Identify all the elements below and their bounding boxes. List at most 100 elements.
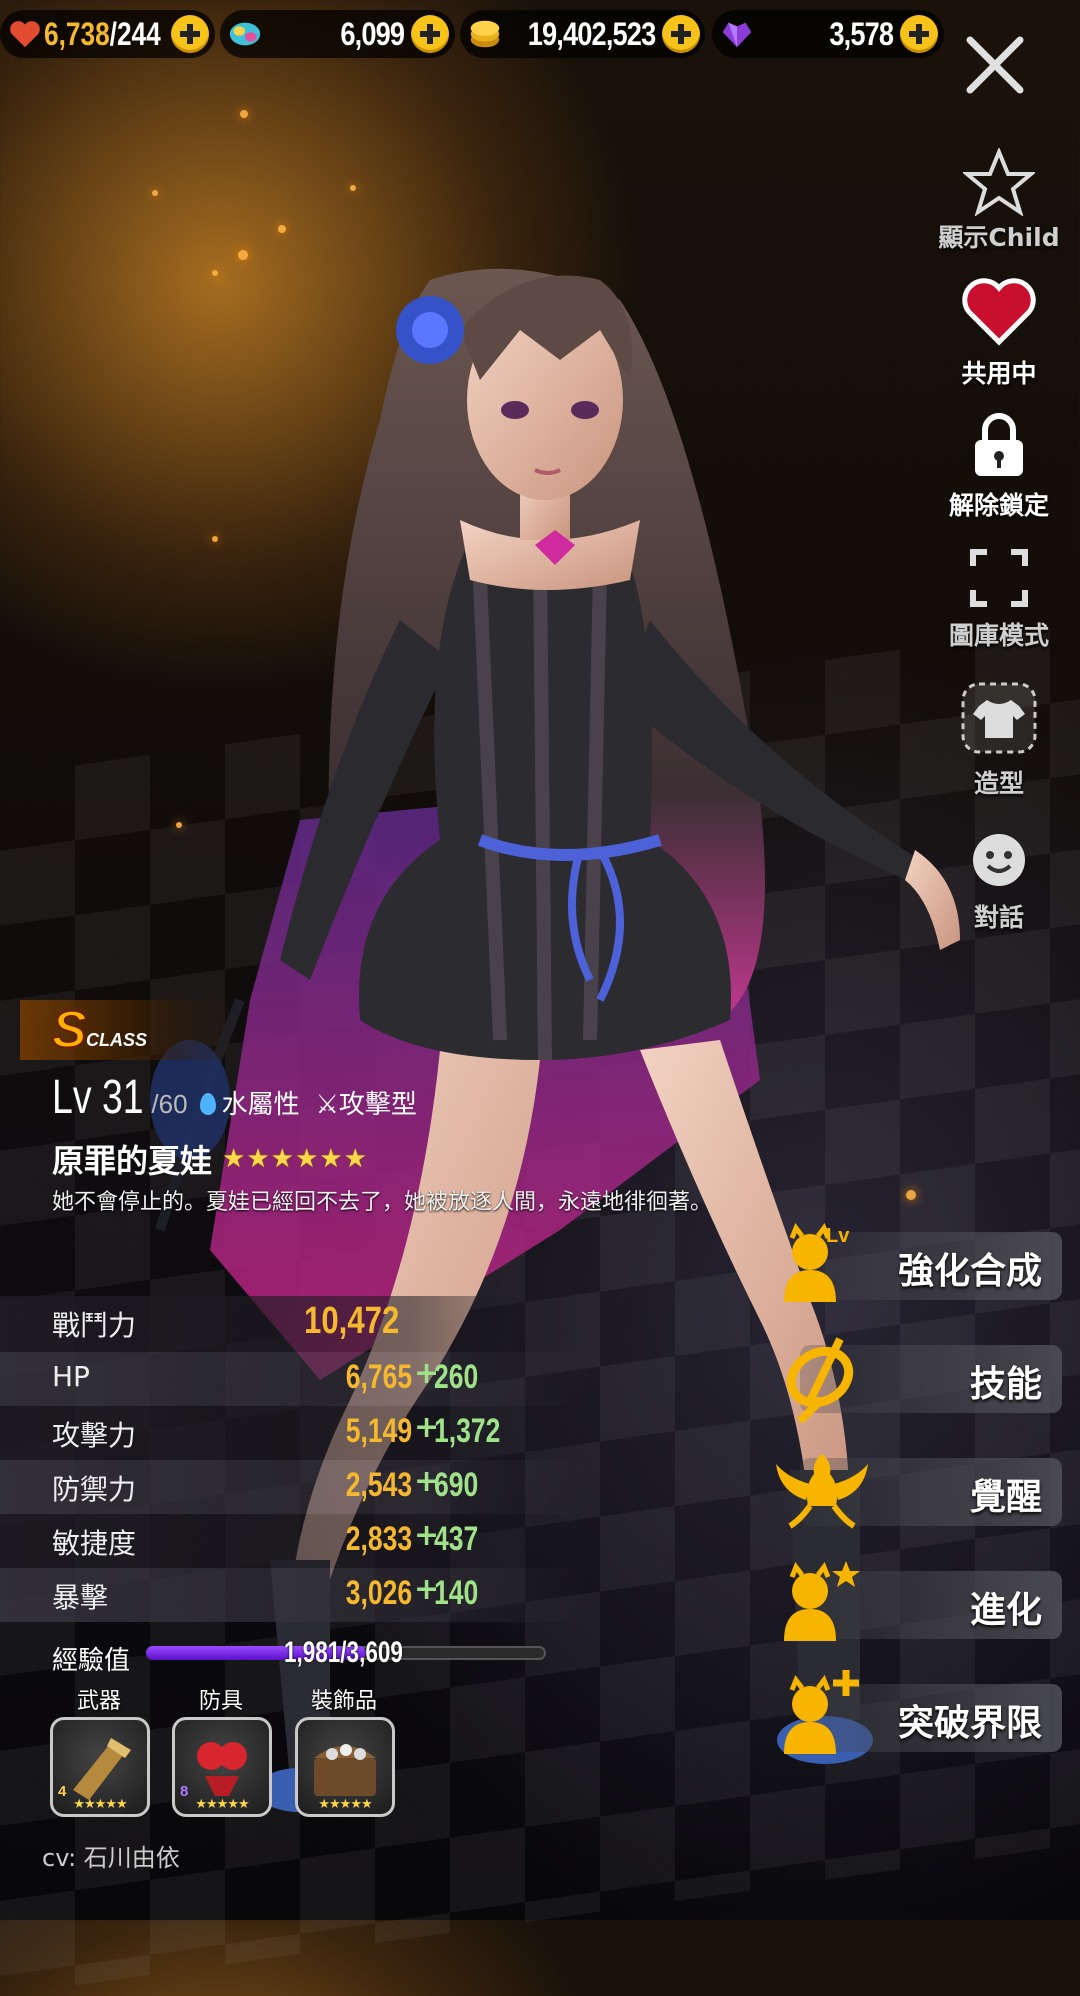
stat-base: 3,026 bbox=[345, 1574, 412, 1612]
limit-break-button[interactable]: 突破界限 bbox=[784, 1670, 1062, 1754]
action-label: 進化 bbox=[969, 1590, 1042, 1631]
equip-stars: ★★★★★ bbox=[73, 1797, 127, 1812]
dialogue-label: 對話 bbox=[973, 903, 1024, 932]
stat-base: 5,149 bbox=[345, 1412, 412, 1450]
equip-label: 防具 bbox=[198, 1689, 243, 1714]
stat-row-attack: 攻擊力 5,149 + 1,372 bbox=[0, 1406, 590, 1460]
gold-coin-icon bbox=[470, 20, 500, 48]
purple-gem-counter[interactable]: 3,578 bbox=[712, 10, 944, 58]
equip-accessory[interactable]: 裝飾品 ★★★★★ bbox=[295, 1683, 395, 1817]
equip-label: 裝飾品 bbox=[310, 1689, 377, 1714]
voice-actor-credit: cv: 石川由依 bbox=[42, 1844, 180, 1872]
attribute-label: 水屬性 bbox=[221, 1090, 300, 1120]
stat-name: 防禦力 bbox=[52, 1473, 137, 1506]
exp-label: 經驗值 bbox=[52, 1646, 131, 1676]
stat-bonus: 260 bbox=[434, 1358, 479, 1396]
gem-counter[interactable]: 6,099 bbox=[220, 10, 455, 58]
stat-name: HP bbox=[52, 1360, 90, 1393]
shirt-icon bbox=[961, 682, 1037, 754]
shared-label: 共用中 bbox=[961, 359, 1037, 388]
accessory-slot[interactable]: ★★★★★ bbox=[295, 1717, 395, 1817]
show-child-label: 顯示Child bbox=[938, 223, 1060, 252]
evolve-button[interactable]: 進化 bbox=[784, 1561, 1062, 1641]
lv-tag: Lv bbox=[826, 1225, 850, 1247]
character-name: 原罪的夏娃 bbox=[52, 1142, 213, 1180]
fullscreen-icon bbox=[970, 549, 1028, 607]
stamina-value: 6,738 bbox=[44, 15, 110, 52]
rarity-star-icon: ★ bbox=[222, 1144, 246, 1174]
stat-row-defense: 防禦力 2,543 + 690 bbox=[0, 1460, 590, 1514]
power-value: 10,472 bbox=[304, 1300, 400, 1342]
enhance-fusion-button[interactable]: Lv 強化合成 bbox=[784, 1222, 1062, 1302]
limit-break-icon bbox=[784, 1670, 859, 1754]
rainbow-gem-icon bbox=[229, 22, 261, 46]
rarity-star-icon: ★ bbox=[343, 1144, 367, 1174]
add-stamina-button[interactable] bbox=[171, 15, 209, 53]
character-description: 她不會停止的。夏娃已經回不去了，她被放逐人間，永遠地徘徊著。 bbox=[52, 1190, 713, 1215]
rarity-star-icon: ★ bbox=[270, 1144, 294, 1174]
stat-name: 戰鬥力 bbox=[52, 1309, 137, 1342]
name-row: 原罪的夏娃 ★★★★★★ bbox=[52, 1136, 368, 1182]
show-child-button[interactable]: 顯示Child bbox=[929, 146, 1069, 254]
stat-row-power: 戰鬥力 10,472 bbox=[0, 1296, 590, 1352]
armor-slot[interactable]: 8 ★★★★★ bbox=[172, 1717, 272, 1817]
rarity-star-icon: ★ bbox=[246, 1144, 270, 1174]
class-letter: S bbox=[51, 1000, 88, 1060]
stamina-separator: / bbox=[109, 15, 117, 52]
add-gold-button[interactable] bbox=[662, 15, 701, 53]
gold-value: 19,402,523 bbox=[527, 15, 656, 52]
add-gem-button[interactable] bbox=[411, 15, 449, 53]
lock-icon bbox=[975, 413, 1023, 476]
stamina-counter[interactable]: 6,738/244 bbox=[0, 10, 215, 58]
awaken-icon bbox=[776, 1454, 868, 1529]
gem-value: 6,099 bbox=[340, 15, 405, 52]
type-label: ⚔攻擊型 bbox=[315, 1090, 417, 1120]
equip-stars: ★★★★★ bbox=[195, 1797, 249, 1812]
stat-row-agility: 敏捷度 2,833 + 437 bbox=[0, 1514, 590, 1568]
stat-row-hp: HP 6,765 + 260 bbox=[0, 1352, 590, 1406]
stat-base: 6,765 bbox=[345, 1358, 412, 1396]
gallery-mode-button[interactable]: 圖庫模式 bbox=[929, 548, 1069, 652]
outfit-button[interactable]: 造型 bbox=[929, 680, 1069, 800]
stat-base: 2,833 bbox=[345, 1520, 412, 1558]
class-text: CLASS bbox=[86, 1030, 148, 1050]
rarity-stars: ★★★★★★ bbox=[222, 1144, 368, 1174]
stat-bonus: 140 bbox=[434, 1574, 479, 1612]
level-row: Lv 31 /60 水屬性 ⚔攻擊型 bbox=[52, 1070, 417, 1125]
skill-button[interactable]: 技能 bbox=[786, 1337, 1062, 1424]
purple-heart-gem-icon bbox=[722, 22, 752, 48]
star-outline-icon bbox=[961, 146, 1037, 217]
equip-armor[interactable]: 防具 8 ★★★★★ bbox=[172, 1683, 272, 1817]
awaken-button[interactable]: 覺醒 bbox=[776, 1454, 1062, 1529]
unlock-button[interactable]: 解除鎖定 bbox=[929, 412, 1069, 522]
outfit-label: 造型 bbox=[973, 769, 1024, 798]
evolve-icon bbox=[784, 1561, 860, 1641]
add-purple-gem-button[interactable] bbox=[900, 15, 938, 53]
skill-icon bbox=[786, 1337, 854, 1424]
rarity-star-icon: ★ bbox=[319, 1144, 343, 1174]
equip-label: 武器 bbox=[76, 1689, 121, 1714]
gallery-mode-label: 圖庫模式 bbox=[948, 621, 1049, 650]
action-label: 技能 bbox=[969, 1364, 1042, 1405]
shared-button[interactable]: 共用中 bbox=[929, 278, 1069, 390]
stat-name: 敏捷度 bbox=[52, 1527, 137, 1560]
action-label: 強化合成 bbox=[897, 1251, 1042, 1292]
exp-value: 1,981/3,609 bbox=[284, 1636, 403, 1669]
weapon-slot[interactable]: 4 ★★★★★ bbox=[50, 1717, 150, 1817]
dialogue-button[interactable]: 對話 bbox=[929, 830, 1069, 934]
level-max: /60 bbox=[151, 1089, 188, 1119]
action-label: 覺醒 bbox=[969, 1477, 1042, 1518]
equip-weapon[interactable]: 武器 4 ★★★★★ bbox=[50, 1683, 150, 1817]
close-button[interactable] bbox=[960, 30, 1030, 100]
equip-stars: ★★★★★ bbox=[318, 1797, 372, 1812]
action-label: 突破界限 bbox=[897, 1703, 1042, 1744]
stat-row-critical: 暴擊 3,026 + 140 bbox=[0, 1568, 590, 1622]
stat-name: 暴擊 bbox=[52, 1581, 109, 1614]
stat-name: 攻擊力 bbox=[52, 1419, 137, 1452]
heart-icon bbox=[962, 278, 1036, 346]
stat-bonus: 690 bbox=[434, 1466, 479, 1504]
stat-bonus: 1,372 bbox=[434, 1412, 501, 1450]
stamina-max: 244 bbox=[116, 15, 161, 52]
unlock-label: 解除鎖定 bbox=[948, 491, 1049, 520]
gold-counter[interactable]: 19,402,523 bbox=[460, 10, 705, 58]
